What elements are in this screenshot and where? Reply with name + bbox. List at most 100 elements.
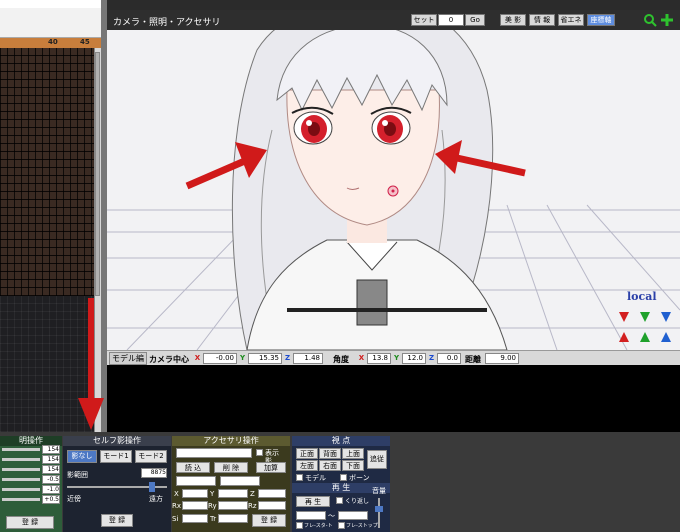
shadow-mode2-button[interactable]: モード2: [135, 450, 167, 463]
keyframe-grid[interactable]: [0, 48, 94, 296]
annotation-arrow-down: [78, 298, 104, 430]
camera-z-field[interactable]: 1.48: [293, 353, 323, 364]
viewport-titlebar: カメラ・照明・アクセサリ セット 0 Go 美 影 情 報 省エネ 座標軸: [107, 10, 680, 30]
back-view-button[interactable]: 背面: [319, 448, 341, 459]
light-y-value[interactable]: -1.0: [42, 485, 60, 494]
acc-x-field[interactable]: [182, 489, 208, 498]
light-b-value[interactable]: 154: [42, 465, 60, 474]
play-button[interactable]: 再 生: [296, 496, 330, 507]
ry-label: Ry: [208, 502, 217, 510]
parent-select[interactable]: [220, 476, 260, 486]
accessory-select[interactable]: [176, 448, 252, 458]
zoom-icon[interactable]: [643, 13, 657, 27]
show-checkbox[interactable]: [256, 449, 263, 456]
shadow-range-label: 影範囲: [67, 471, 88, 479]
top-view-button[interactable]: 上面: [342, 448, 364, 459]
acc-rx-field[interactable]: [182, 501, 208, 510]
repeat-checkbox[interactable]: [336, 497, 343, 504]
acc-z-field[interactable]: [258, 489, 286, 498]
axis-gizmo[interactable]: [619, 312, 671, 342]
viewport-bottom-area: [107, 365, 680, 432]
bone-select[interactable]: [176, 476, 216, 486]
light-x-value[interactable]: -0.5: [42, 475, 60, 484]
camera-y-field[interactable]: 15.35: [248, 353, 282, 364]
ruler-label: 40: [48, 38, 58, 46]
volume-slider[interactable]: [378, 498, 380, 528]
bone-checkbox[interactable]: [340, 474, 347, 481]
accessory-register-button[interactable]: 登 録: [252, 514, 286, 527]
bone-label: ボーン: [349, 474, 370, 482]
light-z-value[interactable]: +0.5: [42, 495, 60, 504]
timeline-scroll-thumb[interactable]: [95, 52, 100, 296]
shadow-register-button[interactable]: 登 録: [101, 514, 133, 527]
acc-tr-field[interactable]: [218, 514, 248, 523]
z-axis-label: Z: [428, 354, 435, 362]
frame-stop-checkbox[interactable]: [338, 522, 345, 529]
shadow-mode1-button[interactable]: モード1: [100, 450, 132, 463]
model-edit-button[interactable]: モデル編: [109, 352, 147, 365]
info-button[interactable]: 情 報: [529, 14, 555, 26]
viewport-title: カメラ・照明・アクセサリ: [113, 18, 221, 28]
y-axis-label: Y: [239, 354, 246, 362]
light-slider-x[interactable]: [2, 478, 40, 481]
camera-center-label: カメラ中心: [149, 355, 189, 364]
set-label: セット: [411, 14, 437, 26]
set-input[interactable]: 0: [438, 14, 464, 26]
shadow-title: セルフ影操作: [63, 436, 171, 446]
energy-save-button[interactable]: 省エネ: [558, 14, 584, 26]
frame-stop-label: フレ-ストップ: [346, 523, 378, 529]
frame-stop-field[interactable]: [338, 511, 368, 520]
frame-start-checkbox[interactable]: [296, 522, 303, 529]
y-axis-label: Y: [393, 354, 400, 362]
acc-si-field[interactable]: [182, 514, 208, 523]
light-slider-y[interactable]: [2, 488, 40, 491]
volume-thumb[interactable]: [375, 506, 383, 512]
timeline-header: [0, 0, 101, 8]
light-g-value[interactable]: 154: [42, 455, 60, 464]
near-label: 近傍: [67, 495, 81, 503]
acc-rz-field[interactable]: [258, 501, 286, 510]
acc-ry-field[interactable]: [218, 501, 248, 510]
distance-field[interactable]: 9.00: [485, 353, 519, 364]
shadow-off-button[interactable]: 影なし: [67, 450, 97, 463]
accessory-title: アクセサリ操作: [172, 436, 290, 446]
move-icon[interactable]: [660, 13, 674, 27]
x-axis-label: X: [358, 354, 365, 362]
model-checkbox[interactable]: [296, 474, 303, 481]
range-tilde: ～: [328, 512, 335, 520]
acc-y-field[interactable]: [218, 489, 248, 498]
frame-ruler[interactable]: 40 45: [0, 38, 101, 48]
accessory-panel: アクセサリ操作 表示 影 読 込 削 除 加算 X Y Z Rx Ry Rz S…: [172, 436, 290, 532]
y-label: Y: [210, 490, 215, 498]
3d-viewport[interactable]: local: [107, 10, 680, 350]
frame-start-field[interactable]: [296, 511, 326, 520]
rz-label: Rz: [248, 502, 257, 510]
beauty-shadow-button[interactable]: 美 影: [500, 14, 526, 26]
light-r-value[interactable]: 154: [42, 445, 60, 454]
camera-x-field[interactable]: -0.00: [203, 353, 237, 364]
timeline-track-header: [0, 8, 101, 38]
frame-start-label: フレ-スタ-ト: [304, 523, 333, 529]
axis-toggle-button[interactable]: 座標軸: [587, 14, 615, 26]
follow-button[interactable]: 追従: [367, 450, 387, 469]
right-view-button[interactable]: 右面: [319, 460, 341, 471]
go-button[interactable]: Go: [465, 14, 485, 26]
angle-y-field[interactable]: 12.0: [402, 353, 426, 364]
tr-label: Tr: [210, 515, 217, 523]
lighting-register-button[interactable]: 登 録: [6, 516, 54, 529]
load-button[interactable]: 読 込: [176, 462, 210, 473]
left-view-button[interactable]: 左面: [296, 460, 318, 471]
shadow-range-value[interactable]: 8875: [141, 468, 167, 478]
light-slider-z[interactable]: [2, 498, 40, 501]
delete-button[interactable]: 削 除: [214, 462, 248, 473]
light-slider-g[interactable]: [2, 458, 40, 461]
shadow-slider-thumb[interactable]: [149, 482, 155, 492]
angle-z-field[interactable]: 0.0: [437, 353, 461, 364]
bottom-view-button[interactable]: 下面: [342, 460, 364, 471]
angle-label: 角度: [333, 355, 349, 364]
light-slider-r[interactable]: [2, 448, 40, 451]
add-button[interactable]: 加算: [256, 462, 286, 473]
front-view-button[interactable]: 正面: [296, 448, 318, 459]
angle-x-field[interactable]: 13.8: [367, 353, 391, 364]
light-slider-b[interactable]: [2, 468, 40, 471]
